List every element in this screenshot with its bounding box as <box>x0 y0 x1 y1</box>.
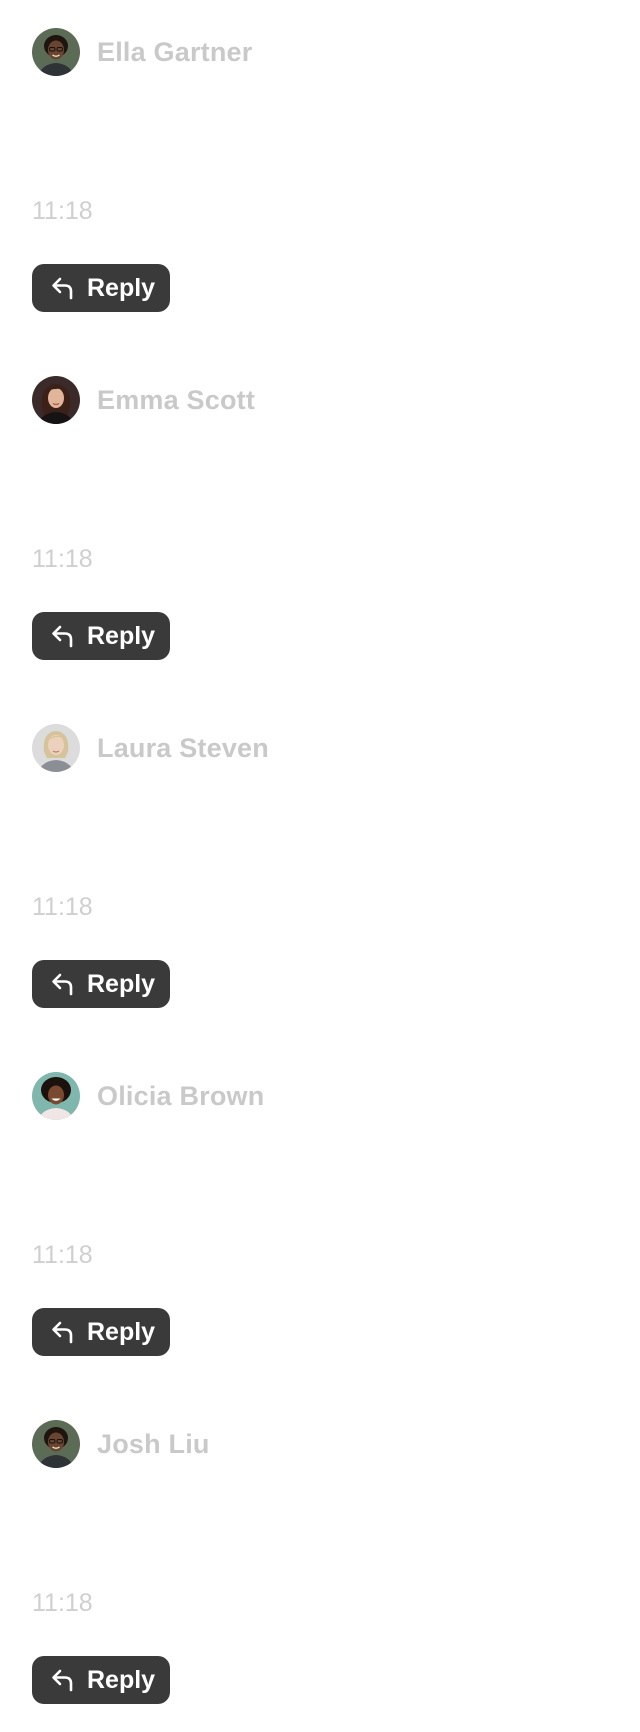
avatar[interactable] <box>32 1072 80 1120</box>
reply-label: Reply <box>87 273 156 302</box>
avatar[interactable] <box>32 724 80 772</box>
message-header: Laura Steven <box>32 724 269 772</box>
message-item: Emma Scott 11:18 Reply <box>32 376 608 676</box>
author-name: Ella Gartner <box>97 36 253 67</box>
reply-label: Reply <box>87 1317 156 1346</box>
reply-arrow-icon <box>52 973 73 996</box>
reply-arrow-icon <box>52 277 73 300</box>
message-list: Ella Gartner 11:18 Reply Emma Scott 11:1… <box>0 0 640 1732</box>
reply-button[interactable]: Reply <box>32 612 170 660</box>
message-time: 11:18 <box>32 1241 93 1269</box>
message-item: Olicia Brown 11:18 Reply <box>32 1072 608 1372</box>
reply-button[interactable]: Reply <box>32 960 170 1008</box>
avatar[interactable] <box>32 1420 80 1468</box>
reply-button[interactable]: Reply <box>32 1308 170 1356</box>
avatar-image <box>32 1072 80 1120</box>
message-item: Laura Steven 11:18 Reply <box>32 724 608 1024</box>
message-header: Olicia Brown <box>32 1072 264 1120</box>
author-name: Olicia Brown <box>97 1080 265 1111</box>
reply-button[interactable]: Reply <box>32 1656 170 1704</box>
message-item: Josh Liu 11:18 Reply <box>32 1420 608 1720</box>
message-time: 11:18 <box>32 893 93 921</box>
reply-arrow-icon <box>52 625 73 648</box>
author-name: Josh Liu <box>97 1428 210 1459</box>
reply-arrow-icon <box>52 1669 73 1692</box>
message-time: 11:18 <box>32 197 93 225</box>
message-time: 11:18 <box>32 1589 93 1617</box>
avatar-image <box>32 724 80 772</box>
message-header: Josh Liu <box>32 1420 210 1468</box>
message-header: Ella Gartner <box>32 28 252 76</box>
message-time: 11:18 <box>32 545 93 573</box>
avatar-image <box>32 376 80 424</box>
author-name: Emma Scott <box>97 384 256 415</box>
avatar-image <box>32 28 80 76</box>
reply-label: Reply <box>87 621 156 650</box>
reply-button[interactable]: Reply <box>32 264 170 312</box>
avatar-image <box>32 1420 80 1468</box>
message-item: Ella Gartner 11:18 Reply <box>32 28 608 328</box>
avatar[interactable] <box>32 376 80 424</box>
author-name: Laura Steven <box>97 732 269 763</box>
reply-label: Reply <box>87 1665 156 1694</box>
reply-arrow-icon <box>52 1321 73 1344</box>
avatar[interactable] <box>32 28 80 76</box>
message-header: Emma Scott <box>32 376 255 424</box>
reply-label: Reply <box>87 969 156 998</box>
